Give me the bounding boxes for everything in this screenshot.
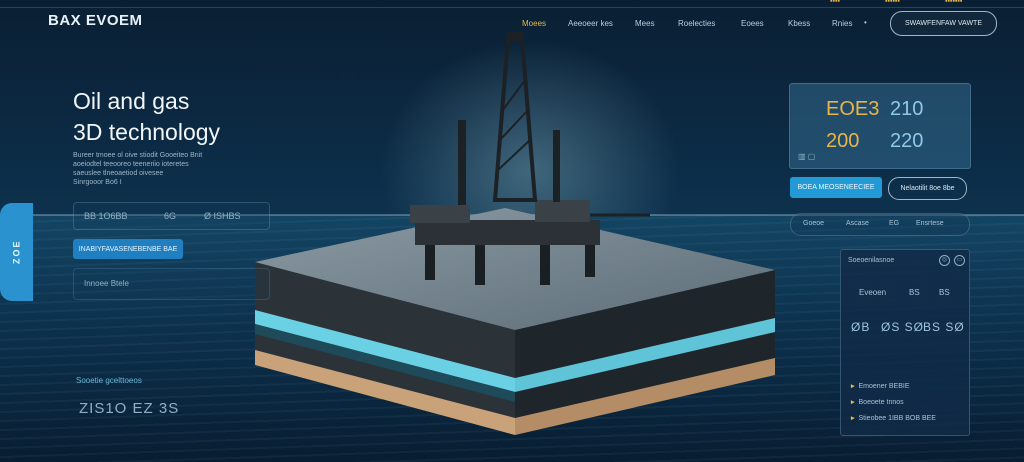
platform-module — [410, 205, 470, 223]
nav-item-6[interactable]: Kbess — [788, 19, 810, 28]
panel-list-text: Stieobee 1IBB BOB BEE — [858, 415, 936, 422]
side-tower — [458, 120, 466, 205]
panel-window-icon[interactable]: ▭ — [954, 255, 965, 266]
panel-row-label: BS — [909, 288, 920, 297]
panel-list-text: Emoener BEBIE — [858, 383, 910, 390]
hero-title: Oil and gas 3D technology — [73, 86, 220, 148]
readout-value: 220 — [890, 130, 924, 152]
desc-line: aoeiodtel teeooreo teeneriio ioteretes — [73, 161, 189, 168]
nav-item-7[interactable]: Rnies — [832, 19, 852, 28]
bullet-icon: ▸ — [851, 399, 855, 406]
stat-value: ZIS1O EZ 3S — [79, 400, 180, 417]
panel-list-text: Boeoete tnnos — [858, 399, 904, 406]
hero-field-c[interactable]: Ø ISHBS — [204, 211, 241, 221]
bullet-icon: ▸ — [851, 383, 855, 390]
hero-input-group[interactable]: BB 1O6BB 6G Ø ISHBS — [73, 202, 270, 230]
bullet-icon: ▸ — [851, 415, 855, 422]
side-tower — [553, 130, 560, 202]
primary-action-button[interactable]: BOEA MEOSENEECIEE — [790, 177, 882, 198]
panel-value: BS SØ — [923, 320, 965, 334]
platform-deck — [415, 220, 600, 245]
platform-leg — [425, 245, 435, 280]
header-cta-button[interactable]: SWAWFENFAW VAWTE — [890, 11, 997, 36]
desc-line: saeuslee tlneoaetiod oivesee — [73, 170, 164, 177]
secondary-action-button[interactable]: Nelaotilit 8oe 8be — [888, 177, 967, 200]
info-panel: Soeoenilasnoe ◎ ▭ Eveoen BS BS ØB ØS SØ … — [840, 249, 970, 436]
readout-value: 200 — [826, 130, 860, 152]
desc-line: Bureer tmoee ol oive stiodit Gooeiteo Bn… — [73, 152, 203, 159]
panel-value: ØS SØ — [881, 320, 925, 334]
filter-item[interactable]: Ensrtese — [916, 220, 944, 227]
hero-field-b[interactable]: 6G — [164, 211, 176, 221]
hero-description: Bureer tmoee ol oive stiodit Gooeiteo Bn… — [73, 151, 233, 187]
panel-list-item: ▸ Emoener BEBIE — [851, 382, 909, 390]
readout-icons: ▥ ▢ — [798, 152, 816, 161]
filter-bar: Goeoe Ascase EG Ensrtese — [790, 213, 970, 236]
top-strip-item: ▪▪▪▪▪▪▪ — [945, 0, 963, 5]
derrick-tower — [492, 36, 538, 202]
platform-leg — [540, 245, 550, 285]
hero-secondary-field[interactable]: Innoee Btele — [73, 268, 270, 300]
stat-label: Sooetie gcelttoeos — [76, 376, 142, 385]
panel-row-label: BS — [939, 288, 950, 297]
readout-value: 210 — [890, 98, 924, 120]
panel-target-icon[interactable]: ◎ — [939, 255, 950, 266]
nav-item-2[interactable]: Aeeoeer kes — [568, 19, 613, 28]
hero-secondary-field-text: Innoee Btele — [84, 279, 129, 288]
site-logo[interactable]: BAX EVOEM — [48, 12, 143, 29]
nav-item-3[interactable]: Mees — [635, 19, 655, 28]
filter-item[interactable]: EG — [889, 220, 899, 227]
hero-title-line-2: 3D technology — [73, 119, 221, 145]
hero-primary-button[interactable]: INABIYFAVASENEBENBE BAE — [73, 239, 183, 259]
top-strip-item: ▪▪▪▪ — [830, 0, 840, 5]
hero-field-a[interactable]: BB 1O6BB — [84, 211, 128, 221]
panel-title: Soeoenilasnoe — [848, 257, 895, 264]
platform-leg — [585, 245, 595, 277]
desc-line: Sinrgooor Bo6 I — [73, 179, 122, 186]
readout-value: EOE3 — [826, 98, 880, 120]
panel-row-label: Eveoen — [859, 288, 887, 297]
side-tab[interactable]: ZOE — [0, 203, 33, 301]
panel-list-item: ▸ Boeoete tnnos — [851, 398, 904, 406]
top-strip-item: ▪▪▪▪▪▪ — [885, 0, 900, 5]
readout-panel: EOE3 210 200 220 ▥ ▢ — [789, 83, 971, 169]
filter-item[interactable]: Ascase — [846, 220, 869, 227]
nav-item-4[interactable]: Roelecties — [678, 19, 715, 28]
filter-item[interactable]: Goeoe — [803, 220, 824, 227]
platform-module — [535, 200, 590, 222]
nav-more-icon[interactable]: • — [864, 18, 867, 27]
panel-value: ØB — [851, 320, 871, 334]
nav-item-1[interactable]: Moees — [522, 19, 546, 28]
oil-platform-illustration — [255, 32, 775, 435]
platform-leg — [475, 245, 485, 285]
nav-item-5[interactable]: Eoees — [741, 19, 764, 28]
hero-title-line-1: Oil and gas — [73, 88, 190, 114]
panel-list-item: ▸ Stieobee 1IBB BOB BEE — [851, 414, 936, 422]
top-strip: ▪▪▪▪ ▪▪▪▪▪▪ ▪▪▪▪▪▪▪ — [0, 0, 1024, 8]
